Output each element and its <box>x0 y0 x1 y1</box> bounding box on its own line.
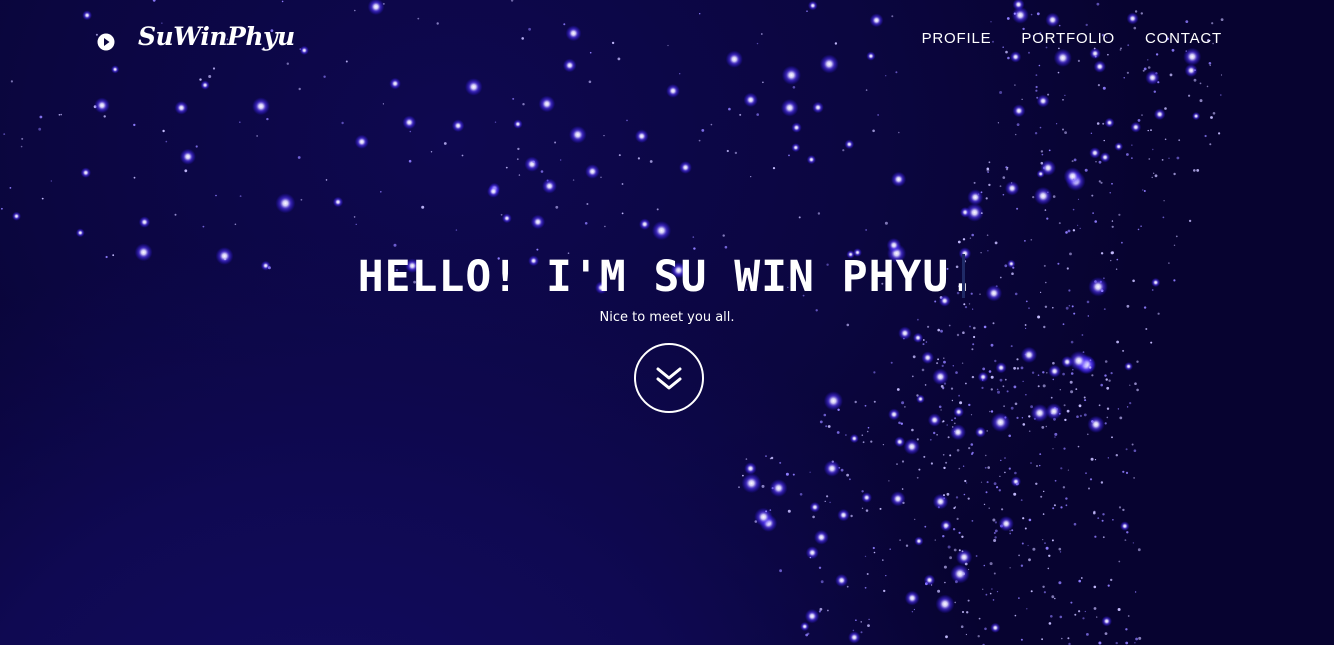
hero-section: SuWinPhyu PROFILE PORTFOLIO CONTACT HELL… <box>0 0 1334 645</box>
top-navbar: SuWinPhyu PROFILE PORTFOLIO CONTACT <box>0 0 1334 80</box>
scroll-down-button[interactable] <box>634 343 704 413</box>
brand-logo[interactable]: SuWinPhyu <box>138 22 295 51</box>
hero-tagline: Nice to meet you all. <box>599 310 735 325</box>
typing-cursor <box>962 254 965 298</box>
double-chevron-down-icon <box>656 367 682 390</box>
nav-menu: PROFILE PORTFOLIO CONTACT <box>922 30 1222 47</box>
hero-headline: HELLO! I'M SU WIN PHYU. <box>357 252 977 302</box>
nav-link-profile[interactable]: PROFILE <box>922 30 992 47</box>
nav-link-portfolio[interactable]: PORTFOLIO <box>1021 30 1115 47</box>
nav-link-contact[interactable]: CONTACT <box>1145 30 1222 47</box>
play-circle-icon[interactable] <box>97 33 115 51</box>
